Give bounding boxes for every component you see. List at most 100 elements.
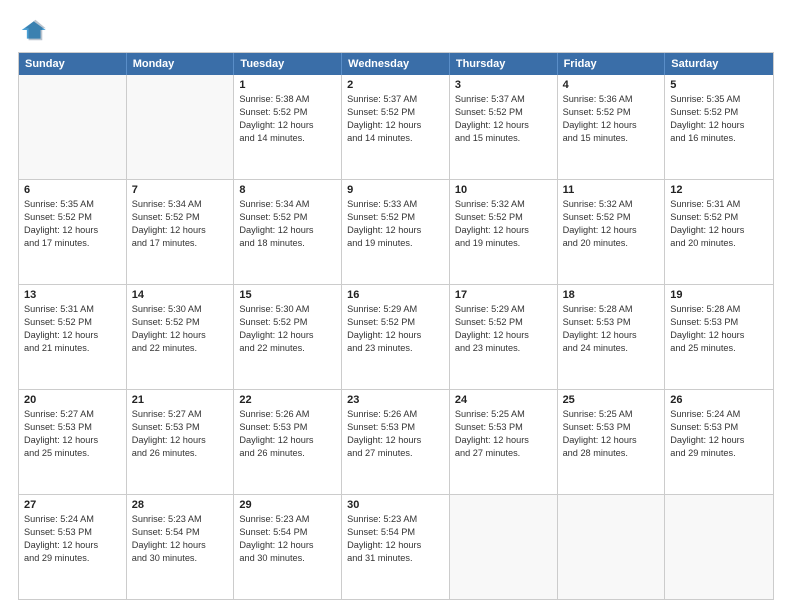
cell-info-line: Sunset: 5:52 PM <box>347 106 444 119</box>
cell-info-line: Sunset: 5:52 PM <box>239 106 336 119</box>
cell-info-line: Sunset: 5:54 PM <box>239 526 336 539</box>
calendar-cell: 6Sunrise: 5:35 AMSunset: 5:52 PMDaylight… <box>19 180 127 284</box>
cell-info-line: Daylight: 12 hours <box>563 434 660 447</box>
day-number: 27 <box>24 499 121 511</box>
cell-info-line: and 14 minutes. <box>347 132 444 145</box>
calendar-cell: 26Sunrise: 5:24 AMSunset: 5:53 PMDayligh… <box>665 390 773 494</box>
cell-info-line: Sunset: 5:52 PM <box>132 316 229 329</box>
calendar-cell: 15Sunrise: 5:30 AMSunset: 5:52 PMDayligh… <box>234 285 342 389</box>
cell-info-line: Sunset: 5:52 PM <box>563 211 660 224</box>
page: SundayMondayTuesdayWednesdayThursdayFrid… <box>0 0 792 612</box>
cell-info-line: Daylight: 12 hours <box>455 329 552 342</box>
cell-info-line: and 19 minutes. <box>455 237 552 250</box>
cell-info-line: Sunrise: 5:28 AM <box>670 303 768 316</box>
cell-info-line: Sunrise: 5:31 AM <box>670 198 768 211</box>
calendar-row: 20Sunrise: 5:27 AMSunset: 5:53 PMDayligh… <box>19 389 773 494</box>
cell-info-line: Sunset: 5:53 PM <box>563 316 660 329</box>
day-number: 18 <box>563 289 660 301</box>
day-number: 28 <box>132 499 229 511</box>
cell-info-line: Sunset: 5:52 PM <box>455 106 552 119</box>
day-number: 19 <box>670 289 768 301</box>
cell-info-line: and 24 minutes. <box>563 342 660 355</box>
calendar-cell: 16 Sunrise: 5:29 AMSunset: 5:52 PMDayligh… <box>342 285 450 389</box>
calendar-cell: 1Sunrise: 5:38 AMSunset: 5:52 PMDaylight… <box>234 75 342 179</box>
header <box>18 18 774 42</box>
cell-info-line: and 25 minutes. <box>24 447 121 460</box>
cell-info-line: Daylight: 12 hours <box>347 119 444 132</box>
cell-info-line: Sunset: 5:52 PM <box>670 211 768 224</box>
weekday-header: Tuesday <box>234 53 342 75</box>
cell-info-line: Daylight: 12 hours <box>24 329 121 342</box>
cell-info-line: and 20 minutes. <box>670 237 768 250</box>
cell-info-line: Sunset: 5:52 PM <box>563 106 660 119</box>
cell-info-line: Daylight: 12 hours <box>670 224 768 237</box>
cell-info-line: Daylight: 12 hours <box>132 434 229 447</box>
cell-info-line: Sunrise: 5:29 AM <box>347 303 444 316</box>
day-number: 17 <box>455 289 552 301</box>
cell-info-line: Sunrise: 5:26 AM <box>347 408 444 421</box>
cell-info-line: and 27 minutes. <box>347 447 444 460</box>
cell-info-line: and 15 minutes. <box>455 132 552 145</box>
calendar-header: SundayMondayTuesdayWednesdayThursdayFrid… <box>19 53 773 75</box>
cell-info-line: Sunset: 5:52 PM <box>24 211 121 224</box>
cell-info-line: Sunrise: 5:36 AM <box>563 93 660 106</box>
cell-info-line: Sunrise: 5:38 AM <box>239 93 336 106</box>
day-number: 5 <box>670 79 768 91</box>
cell-info-line: and 17 minutes. <box>132 237 229 250</box>
cell-info-line: Sunrise: 5:32 AM <box>455 198 552 211</box>
cell-info-line: and 23 minutes. <box>455 342 552 355</box>
cell-info-line: Sunset: 5:52 PM <box>670 106 768 119</box>
cell-info-line: and 17 minutes. <box>24 237 121 250</box>
calendar-cell: 24Sunrise: 5:25 AMSunset: 5:53 PMDayligh… <box>450 390 558 494</box>
cell-info-line: Daylight: 12 hours <box>670 119 768 132</box>
cell-info-line: Sunset: 5:52 PM <box>239 316 336 329</box>
day-number: 16 <box>347 289 444 301</box>
cell-info-line: Sunset: 5:53 PM <box>24 421 121 434</box>
cell-info-line: Sunset: 5:53 PM <box>563 421 660 434</box>
cell-info-line: Daylight: 12 hours <box>563 119 660 132</box>
calendar-cell: 18Sunrise: 5:28 AMSunset: 5:53 PMDayligh… <box>558 285 666 389</box>
logo-icon <box>18 18 46 42</box>
calendar-cell: 25Sunrise: 5:25 AMSunset: 5:53 PMDayligh… <box>558 390 666 494</box>
cell-info-line: and 30 minutes. <box>132 552 229 565</box>
cell-info-line: Sunset: 5:52 PM <box>347 316 444 329</box>
calendar-cell: 7Sunrise: 5:34 AMSunset: 5:52 PMDaylight… <box>127 180 235 284</box>
cell-info-line: Daylight: 12 hours <box>347 329 444 342</box>
cell-info-line: Sunrise: 5:23 AM <box>132 513 229 526</box>
calendar-cell: 19Sunrise: 5:28 AMSunset: 5:53 PMDayligh… <box>665 285 773 389</box>
cell-info-line: and 26 minutes. <box>239 447 336 460</box>
cell-info-line: and 16 minutes. <box>670 132 768 145</box>
day-number: 29 <box>239 499 336 511</box>
calendar-cell <box>127 75 235 179</box>
cell-info-line: Sunset: 5:52 PM <box>24 316 121 329</box>
cell-info-line: and 30 minutes. <box>239 552 336 565</box>
cell-info-line: Sunrise: 5:27 AM <box>132 408 229 421</box>
cell-info-line: Daylight: 12 hours <box>455 224 552 237</box>
cell-info-line: Sunrise: 5:27 AM <box>24 408 121 421</box>
cell-info-line: Daylight: 12 hours <box>455 434 552 447</box>
calendar-cell: 9Sunrise: 5:33 AMSunset: 5:52 PMDaylight… <box>342 180 450 284</box>
cell-info-line: Daylight: 12 hours <box>239 119 336 132</box>
cell-info-line: Sunrise: 5:25 AM <box>455 408 552 421</box>
cell-info-line: and 23 minutes. <box>347 342 444 355</box>
weekday-header: Friday <box>558 53 666 75</box>
cell-info-line: Sunset: 5:54 PM <box>347 526 444 539</box>
day-number: 24 <box>455 394 552 406</box>
weekday-header: Wednesday <box>342 53 450 75</box>
calendar-cell: 12Sunrise: 5:31 AMSunset: 5:52 PMDayligh… <box>665 180 773 284</box>
cell-info-line: Daylight: 12 hours <box>132 539 229 552</box>
calendar-cell: 10Sunrise: 5:32 AMSunset: 5:52 PMDayligh… <box>450 180 558 284</box>
calendar-cell: 17Sunrise: 5:29 AMSunset: 5:52 PMDayligh… <box>450 285 558 389</box>
cell-info-line: Sunset: 5:53 PM <box>670 421 768 434</box>
weekday-header: Monday <box>127 53 235 75</box>
cell-info-line: Sunrise: 5:37 AM <box>347 93 444 106</box>
logo <box>18 18 50 42</box>
cell-info-line: Sunrise: 5:23 AM <box>239 513 336 526</box>
day-number: 8 <box>239 184 336 196</box>
cell-info-line: Sunrise: 5:24 AM <box>670 408 768 421</box>
cell-info-line: Daylight: 12 hours <box>347 539 444 552</box>
day-number: 2 <box>347 79 444 91</box>
day-number: 15 <box>239 289 336 301</box>
cell-info-line: Sunset: 5:52 PM <box>347 211 444 224</box>
cell-info-line: Daylight: 12 hours <box>24 539 121 552</box>
